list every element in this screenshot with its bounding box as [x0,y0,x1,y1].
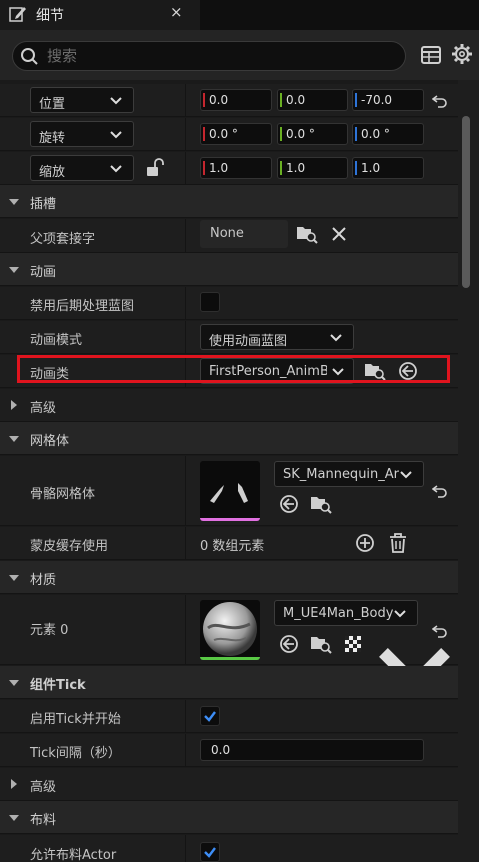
arms-mesh-image [210,483,248,503]
material-element-row: 元素 0 M_UE4Man_Body [0,595,458,693]
parent-socket-row: 父项套接字 None [0,219,458,253]
collapse-arrow-icon [9,436,19,442]
start-with-tick-row: 启用Tick并开始 [0,700,458,733]
location-x-field[interactable]: 0.0 [200,89,272,111]
tick-advanced-row[interactable]: 高级 [0,768,458,801]
allow-cloth-row: 允许布料Actor [0,835,458,862]
checkmark-icon [204,711,216,722]
search-input[interactable] [47,45,387,67]
use-selected-icon[interactable] [279,494,299,514]
scale-z-field[interactable]: 1.0 [352,157,424,179]
scale-dropdown[interactable]: 缩放 [30,155,134,181]
tab-title: 细节 [36,8,64,24]
tick-interval-row: Tick间隔（秒） 0.0 [0,734,458,767]
skeletal-mesh-dropdown[interactable]: SK_Mannequin_Arms [274,461,424,487]
details-panel: 位置 0.0 0.0 -70.0 旋转 0.0 ° 0.0 ° 0.0 ° 缩放… [0,80,458,862]
animation-advanced-row[interactable]: 高级 [0,389,458,422]
checker-texture-icon[interactable] [344,635,362,653]
reset-arrow-icon[interactable] [432,484,448,498]
section-animation[interactable]: 动画 [0,253,458,286]
search-icon [21,48,38,65]
clear-icon[interactable] [331,226,347,242]
add-element-icon[interactable] [355,533,375,553]
collapse-arrow-icon [9,267,19,273]
tick-interval-field[interactable]: 0.0 [200,739,424,761]
search-box[interactable] [12,41,406,71]
scale-x-field[interactable]: 1.0 [200,157,272,179]
scale-y-field[interactable]: 1.0 [277,157,348,179]
transform-scale-row: 缩放 1.0 1.0 1.0 [0,152,458,185]
disable-post-process-checkbox[interactable] [200,292,220,312]
transform-rotation-row: 旋转 0.0 ° 0.0 ° 0.0 ° [0,118,458,151]
unlock-icon[interactable] [146,158,164,178]
location-dropdown[interactable]: 位置 [30,87,134,113]
skin-cache-count: 0 数组元素 [200,539,265,554]
collapse-arrow-icon [9,815,19,821]
skeletal-mesh-thumbnail[interactable] [200,461,260,521]
parent-socket-value[interactable]: None [200,220,288,248]
anim-mode-dropdown[interactable]: 使用动画蓝图 [200,324,354,350]
chevron-down-icon [394,610,406,618]
location-z-field[interactable]: -70.0 [352,89,424,111]
expand-arrow-icon [11,400,17,410]
tab-bar: 细节 × [0,0,479,30]
reset-arrow-icon[interactable] [432,94,448,108]
location-y-field[interactable]: 0.0 [277,89,348,111]
tab-details[interactable]: 细节 × [0,0,200,30]
close-icon[interactable]: × [170,3,183,21]
collapse-arrow-icon [9,680,19,686]
rotation-z-field[interactable]: 0.0 ° [352,123,424,145]
material-thumbnail[interactable] [200,600,260,660]
trash-icon[interactable] [389,532,407,554]
allow-cloth-checkbox[interactable] [200,842,220,862]
disable-post-process-row: 禁用后期处理蓝图 [0,287,458,320]
chevron-down-icon [330,334,342,342]
scrollbar-thumb[interactable] [462,116,470,288]
section-component-tick[interactable]: 组件Tick [0,666,458,699]
browse-folder-icon[interactable] [310,494,332,514]
table-view-icon[interactable] [420,44,442,66]
anim-mode-row: 动画模式 使用动画蓝图 [0,321,458,354]
collapse-arrow-icon [9,575,19,581]
highlight-box [17,355,450,383]
section-sockets[interactable]: 插槽 [0,185,458,218]
section-mesh[interactable]: 网格体 [0,422,458,455]
chevron-down-icon [110,165,122,173]
browse-folder-icon[interactable] [310,634,332,654]
chevron-down-icon [110,97,122,105]
reset-arrow-icon[interactable] [432,624,448,638]
rotation-y-field[interactable]: 0.0 ° [277,123,348,145]
skeletal-mesh-row: 骨骼网格体 SK_Mannequin_Arms [0,456,458,526]
rotation-x-field[interactable]: 0.0 ° [200,123,272,145]
chevron-down-icon [110,131,122,139]
search-bar [0,30,479,80]
section-materials[interactable]: 材质 [0,561,458,594]
collapse-arrow-icon [9,199,19,205]
expand-arrow-icon [11,779,17,789]
start-with-tick-checkbox[interactable] [200,706,220,726]
material-dropdown[interactable]: M_UE4Man_Body [274,600,418,626]
gear-icon[interactable] [451,43,473,65]
chevron-down-icon [400,471,412,479]
skin-cache-row: 蒙皮缓存使用 0 数组元素 [0,527,458,560]
use-selected-icon[interactable] [279,634,299,654]
section-cloth[interactable]: 布料 [0,801,458,834]
checkmark-icon [204,847,216,858]
transform-location-row: 位置 0.0 0.0 -70.0 [0,84,458,117]
material-sphere-image [203,602,257,656]
rotation-dropdown[interactable]: 旋转 [30,121,134,147]
pencil-icon [9,7,26,22]
browse-folder-icon[interactable] [296,224,318,244]
